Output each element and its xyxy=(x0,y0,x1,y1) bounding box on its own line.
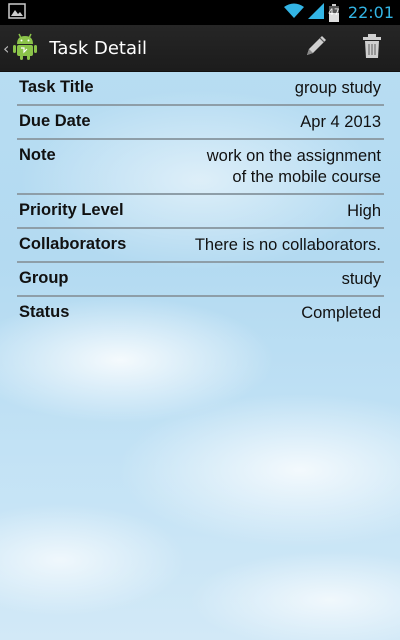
image-notification-icon xyxy=(8,2,26,23)
detail-row-collaborators: Collaborators There is no collaborators. xyxy=(17,229,384,263)
page-title: Task Detail xyxy=(49,37,147,59)
edit-button[interactable] xyxy=(288,25,344,71)
pencil-icon xyxy=(303,33,329,63)
detail-label: Note xyxy=(19,146,56,164)
signal-icon xyxy=(307,2,324,23)
delete-button[interactable] xyxy=(344,25,400,71)
app-icon xyxy=(11,31,39,65)
chevron-left-icon: ‹ xyxy=(3,38,10,58)
task-detail-list: Task Title group study Due Date Apr 4 20… xyxy=(17,72,384,329)
detail-value: study xyxy=(341,270,381,288)
detail-label: Priority Level xyxy=(19,201,124,219)
detail-value: There is no collaborators. xyxy=(194,236,381,254)
detail-row-status: Status Completed xyxy=(17,297,384,329)
detail-label: Status xyxy=(19,303,70,321)
detail-value: High xyxy=(347,202,381,220)
battery-level: 47 xyxy=(328,7,340,18)
detail-label: Task Title xyxy=(19,78,94,96)
detail-value: group study xyxy=(294,79,381,97)
detail-value: work on the assignment of the mobile cou… xyxy=(206,147,381,186)
detail-value: Apr 4 2013 xyxy=(300,113,381,131)
wifi-icon xyxy=(283,3,304,23)
battery-icon: 47 xyxy=(328,3,340,22)
trash-icon xyxy=(361,33,383,63)
detail-label: Group xyxy=(19,269,69,287)
detail-row-task-title: Task Title group study xyxy=(17,72,384,106)
detail-row-note: Note work on the assignment of the mobil… xyxy=(17,140,384,195)
detail-row-due-date: Due Date Apr 4 2013 xyxy=(17,106,384,140)
detail-label: Due Date xyxy=(19,112,91,130)
detail-label: Collaborators xyxy=(19,235,127,253)
clock: 22:01 xyxy=(347,3,394,22)
detail-row-priority-level: Priority Level High xyxy=(17,195,384,229)
detail-value: Completed xyxy=(301,304,381,322)
detail-row-group: Group study xyxy=(17,263,384,297)
up-navigation-button[interactable]: ‹ xyxy=(0,25,39,71)
action-bar: ‹ Task Detail xyxy=(0,25,400,72)
status-bar: 47 22:01 xyxy=(0,0,400,25)
